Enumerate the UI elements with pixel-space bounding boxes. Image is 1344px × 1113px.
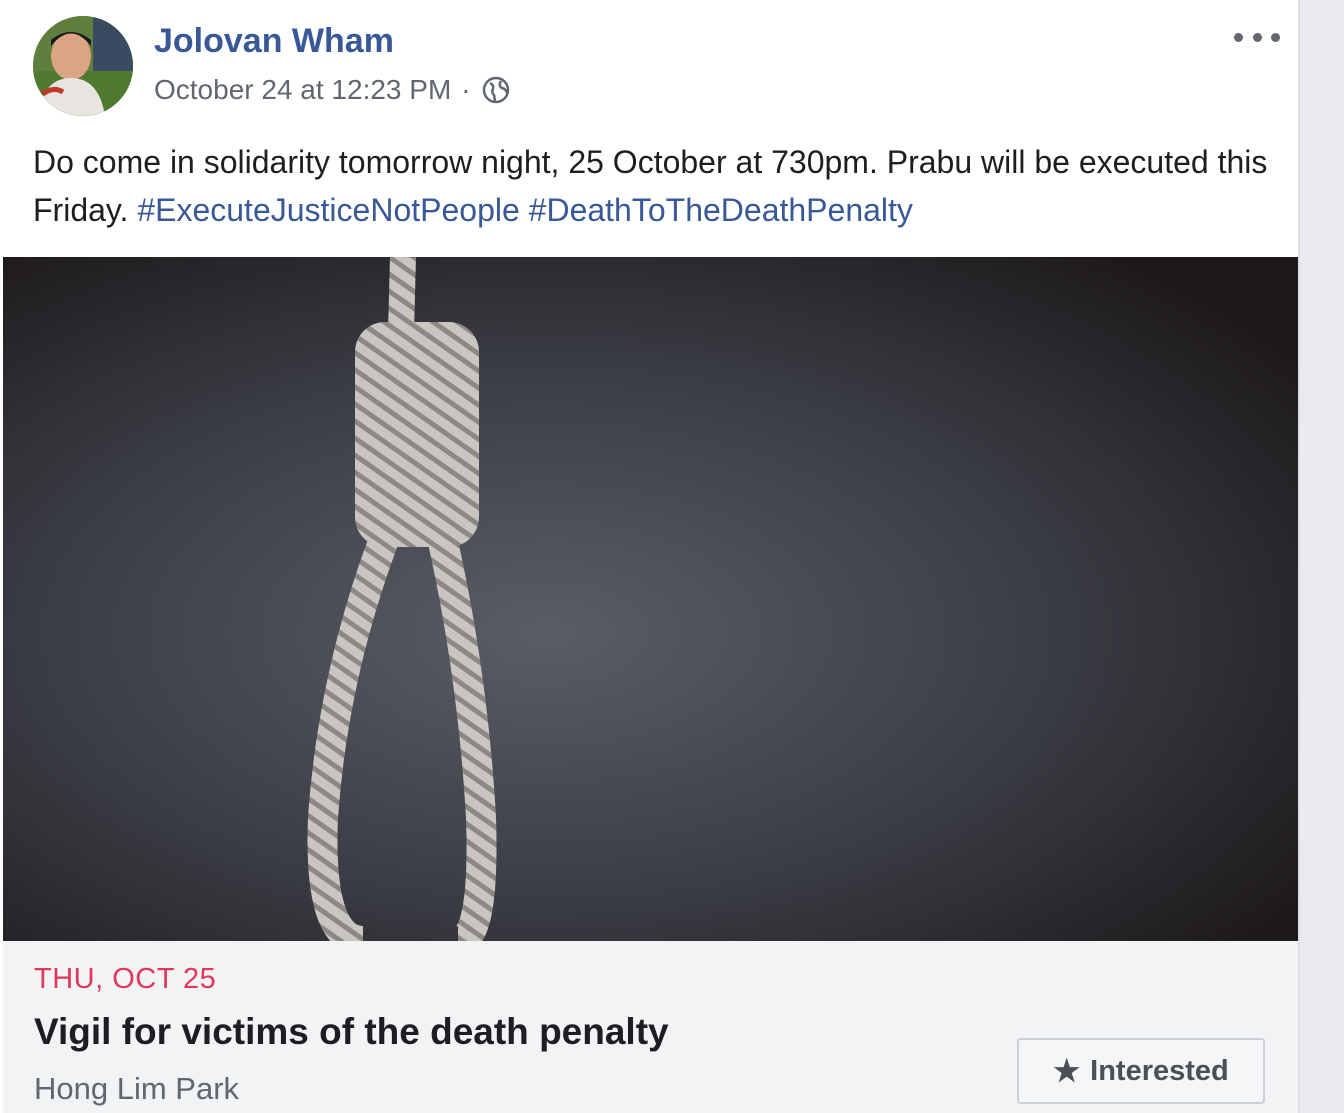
avatar[interactable] <box>33 16 133 116</box>
post-meta: October 24 at 12:23 PM · <box>154 74 511 106</box>
event-location: Hong Lim Park <box>34 1071 240 1106</box>
meta-separator: · <box>461 74 471 105</box>
more-options-icon[interactable] <box>1234 22 1280 52</box>
author-name[interactable]: Jolovan Wham <box>154 22 394 61</box>
post-timestamp[interactable]: October 24 at 12:23 PM <box>154 74 451 106</box>
hashtag-death-to-death-penalty[interactable]: #DeathToTheDeathPenalty <box>529 192 913 228</box>
event-cover-image[interactable] <box>3 257 1298 941</box>
star-icon: ★ <box>1053 1054 1081 1088</box>
interested-button[interactable]: ★ Interested <box>1017 1038 1265 1104</box>
event-date: THU, OCT 25 <box>34 963 217 995</box>
post-text: Do come in solidarity tomorrow night, 25… <box>33 138 1273 234</box>
event-card[interactable]: THU, OCT 25 Vigil for victims of the dea… <box>3 941 1298 1113</box>
post-card: Jolovan Wham October 24 at 12:23 PM · Do… <box>0 0 1300 1113</box>
event-title[interactable]: Vigil for victims of the death penalty <box>34 1011 669 1053</box>
globe-icon[interactable] <box>481 75 511 105</box>
hashtag-execute-justice[interactable]: #ExecuteJusticeNotPeople <box>137 192 519 228</box>
interested-label: Interested <box>1090 1054 1229 1087</box>
